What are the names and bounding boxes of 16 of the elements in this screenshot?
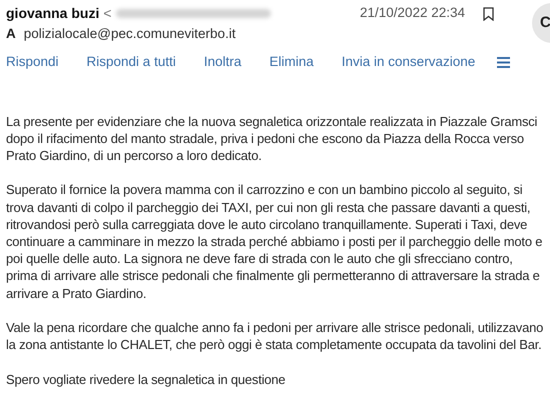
recipient-label: A: [6, 25, 16, 43]
bookmark-icon[interactable]: [483, 6, 494, 20]
date-time: 21/10/2022 22:34: [360, 4, 465, 22]
action-link[interactable]: Inoltra: [204, 52, 242, 72]
recipient-address: polizialocale@pec.comuneviterbo.it: [24, 25, 236, 43]
paragraph: La presente per evidenziare che la nuova segnaletica orizzontale realizzata in Piazzale Gramsci dopo il rifacimento del manto stradale, priva i pedoni che escono da Piazza della Rocca verso Prato Giardino, di un percorso a loro dedicato.: [6, 112, 538, 164]
paragraph: Spero vogliate rivedere la segnaletica in questione: [6, 370, 286, 388]
action-link[interactable]: Rispondi a tutti: [86, 52, 176, 72]
action-link[interactable]: Invia in conservazione: [342, 52, 476, 72]
angle-bracket: <: [103, 4, 112, 23]
paragraph: Superato il fornice la povera mamma con il carrozzino e con un bambino piccolo al seguito, si trova davanti di colpo il parcheggio dei TAXI, per cui non gli resta che passare davanti a questi, ritrovandosi però sulla carreggiata dove le auto circolano tranquillamente. Superati i Taxi, deve continuare a camminare in mezzo la strada perché abbiamo i posti per il parcheggio delle moto e poi quelle delle auto. La signora ne deve fare di strada con le auto che gli sfrecciano contro, prima di arrivare alle strisce pedonali che finalmente gli permetteranno di attraversare la strada e arrivare a Prato Giardino.: [6, 181, 544, 302]
sender-name: giovanna buzi: [6, 4, 100, 23]
action-link[interactable]: Rispondi: [6, 52, 59, 72]
menu-icon[interactable]: [497, 56, 510, 68]
action-link[interactable]: Elimina: [269, 52, 314, 72]
paragraph: Vale la pena ricordare che qualche anno fa i pedoni per arrivare alle strisce pedonali, utilizzavano la zona antistante lo CHALET, che però oggi è stata completamente occupata da tavolini del Bar.: [6, 318, 544, 354]
